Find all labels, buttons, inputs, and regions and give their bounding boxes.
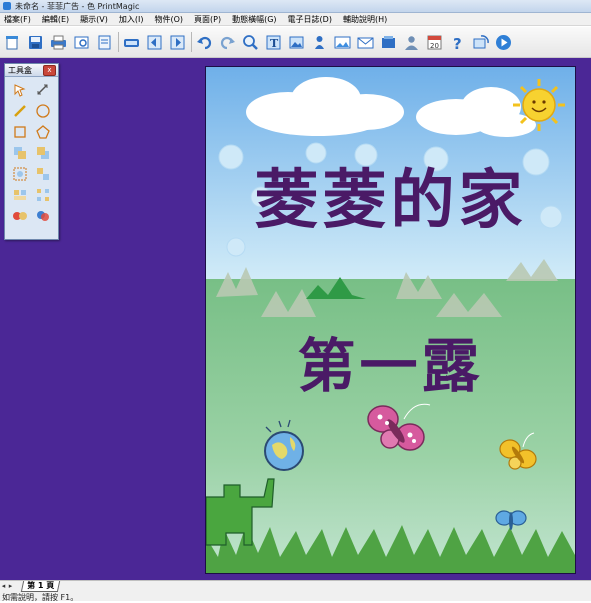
group-icon[interactable] (11, 165, 29, 182)
polygon-tool-icon[interactable] (34, 123, 52, 140)
page-next-icon[interactable] (168, 33, 187, 52)
menu-file[interactable]: 檔案(F) (0, 14, 38, 25)
status-hint: 如需說明，請按 F1。 (2, 593, 79, 602)
print-preview-icon[interactable] (72, 33, 91, 52)
insert-picture-icon[interactable] (287, 33, 306, 52)
menu-help[interactable]: 輔助說明(H) (339, 14, 394, 25)
title-bar: 未命名 - 菲菲广告 - 色 PrintMagic (0, 0, 591, 13)
menu-page[interactable]: 頁面(P) (190, 14, 228, 25)
save-icon[interactable] (26, 33, 45, 52)
menu-insert[interactable]: 加入(I) (115, 14, 151, 25)
photo-icon[interactable] (333, 33, 352, 52)
ungroup-icon[interactable] (34, 165, 52, 182)
rectangle-tool-icon[interactable] (11, 123, 29, 140)
play-icon[interactable] (494, 33, 513, 52)
scan-icon[interactable] (122, 33, 141, 52)
help-icon[interactable]: ? (448, 33, 467, 52)
line-tool-icon[interactable] (11, 102, 29, 119)
shadow-icon[interactable] (34, 207, 52, 224)
rotate-tool-icon[interactable] (34, 81, 52, 98)
document-canvas[interactable]: 菱菱的家 第一露 (205, 66, 576, 574)
fill-color-icon[interactable] (11, 207, 29, 224)
page-last-icon[interactable]: ▸ (7, 582, 14, 591)
clipart-icon[interactable] (310, 33, 329, 52)
app-icon (3, 2, 11, 10)
close-icon[interactable]: x (43, 65, 56, 76)
align-icon[interactable] (11, 186, 29, 203)
toolbar-separator (118, 32, 119, 52)
distribute-icon[interactable] (34, 186, 52, 203)
print-icon[interactable] (49, 33, 68, 52)
pointer-tool-icon[interactable] (11, 81, 29, 98)
page-prev-icon[interactable] (145, 33, 164, 52)
workspace: 菱菱的家 第一露 工具盒 x (0, 58, 591, 580)
insert-text-icon[interactable]: T (264, 33, 283, 52)
page-tab-row: ◂ ▸ 第 1 頁 (0, 580, 61, 592)
send-backward-icon[interactable] (34, 144, 52, 161)
toolbox-title-bar[interactable]: 工具盒 x (5, 64, 58, 77)
undo-icon[interactable] (195, 33, 214, 52)
cover-title-line1[interactable]: 菱菱的家 (206, 149, 575, 241)
menu-ejournal[interactable]: 電子日誌(D) (284, 14, 339, 25)
window-title: 未命名 - 菲菲广告 - 色 PrintMagic (15, 1, 140, 11)
page-tab-1[interactable]: 第 1 頁 (20, 580, 61, 592)
redo-icon[interactable] (218, 33, 237, 52)
web-icon[interactable] (471, 33, 490, 52)
calendar-day: 20 (430, 42, 439, 50)
cover-title-line2[interactable]: 第一露 (206, 319, 575, 403)
toolbar-separator (191, 32, 192, 52)
menu-bar: 檔案(F) 編輯(E) 顯示(V) 加入(I) 物件(O) 頁面(P) 動態橫幅… (0, 13, 591, 26)
ellipse-tool-icon[interactable] (34, 102, 52, 119)
album-icon[interactable] (379, 33, 398, 52)
calendar-icon[interactable]: 20 (425, 33, 444, 52)
new-icon[interactable] (3, 33, 22, 52)
email-icon[interactable] (356, 33, 375, 52)
toolbox-panel[interactable]: 工具盒 x (4, 63, 59, 240)
menu-object[interactable]: 物件(O) (150, 14, 190, 25)
page-first-icon[interactable]: ◂ (0, 582, 7, 591)
contact-icon[interactable] (402, 33, 421, 52)
svg-text:T: T (270, 37, 279, 50)
zoom-icon[interactable] (241, 33, 260, 52)
bring-forward-icon[interactable] (11, 144, 29, 161)
menu-edit[interactable]: 編輯(E) (38, 14, 76, 25)
svg-text:?: ? (453, 35, 462, 51)
menu-view[interactable]: 顯示(V) (76, 14, 115, 25)
print-setup-icon[interactable] (95, 33, 114, 52)
status-bar: ◂ ▸ 第 1 頁 如需說明，請按 F1。 (0, 580, 591, 602)
main-toolbar: T 20 ? (0, 27, 591, 58)
toolbox-title: 工具盒 (8, 65, 32, 75)
page-tab-label: 第 1 頁 (27, 580, 55, 590)
menu-banner[interactable]: 動態橫幅(G) (228, 14, 283, 25)
